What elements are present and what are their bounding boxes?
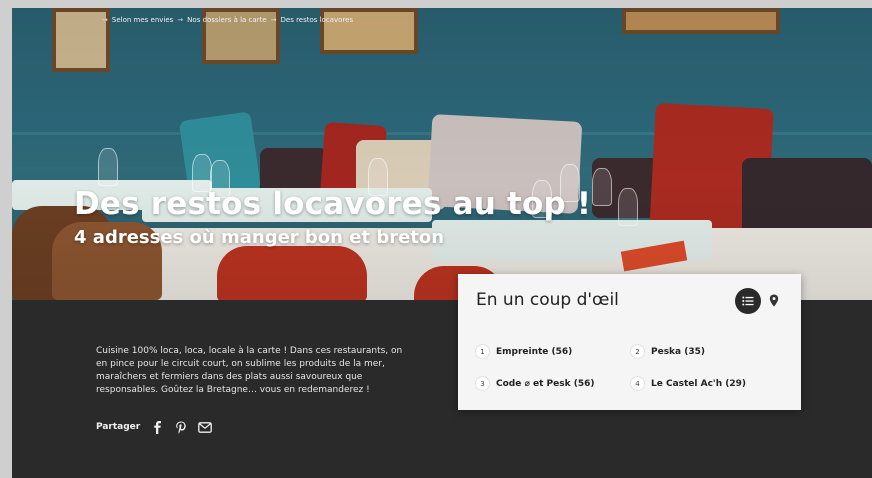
breadcrumb-current: Des restos locavores — [280, 16, 354, 24]
item-label: Le Castel Ac'h (29) — [651, 378, 746, 389]
list-view-button[interactable] — [735, 288, 761, 314]
list-item-le-castel-ach[interactable]: 4 Le Castel Ac'h (29) — [630, 376, 746, 391]
item-label: Empreinte (56) — [496, 346, 573, 357]
item-number: 1 — [475, 344, 490, 359]
arrow-right-icon: → — [102, 16, 108, 24]
item-label: Code ⌀ et Pesk (56) — [496, 378, 595, 389]
page-title: Des restos locavores au top ! — [74, 186, 592, 222]
arrow-right-icon: → — [177, 16, 184, 24]
at-a-glance-card: En un coup d'œil 1 Empreinte (56) 2 Pesk… — [458, 274, 801, 410]
hero-overlay — [12, 8, 872, 300]
item-number: 4 — [630, 376, 645, 391]
item-label: Peska (35) — [651, 346, 705, 357]
card-title: En un coup d'œil — [476, 290, 619, 310]
page-subtitle: 4 adresses où manger bon et breton — [74, 227, 445, 248]
item-number: 2 — [630, 344, 645, 359]
map-pin-icon — [769, 294, 779, 306]
item-number: 3 — [475, 376, 490, 391]
share-label: Partager — [96, 422, 141, 432]
email-icon[interactable] — [198, 420, 213, 434]
list-item-peska[interactable]: 2 Peska (35) — [630, 344, 705, 359]
arrow-right-icon: → — [270, 16, 277, 24]
breadcrumb: → Selon mes envies → Nos dossiers à la c… — [102, 16, 353, 24]
breadcrumb-link-envies[interactable]: Selon mes envies — [112, 16, 173, 24]
facebook-icon[interactable] — [150, 420, 164, 434]
list-icon — [742, 296, 754, 306]
list-item-code-et-pesk[interactable]: 3 Code ⌀ et Pesk (56) — [475, 376, 595, 391]
map-view-button[interactable] — [763, 289, 785, 311]
page: → Selon mes envies → Nos dossiers à la c… — [12, 8, 872, 478]
hero-banner: → Selon mes envies → Nos dossiers à la c… — [12, 8, 872, 300]
intro-paragraph: Cuisine 100% loca, loca, locale à la car… — [96, 346, 403, 395]
breadcrumb-link-dossiers[interactable]: Nos dossiers à la carte — [187, 16, 266, 24]
pinterest-icon[interactable] — [174, 420, 188, 434]
list-item-empreinte[interactable]: 1 Empreinte (56) — [475, 344, 572, 359]
share-bar: Partager — [96, 420, 213, 434]
